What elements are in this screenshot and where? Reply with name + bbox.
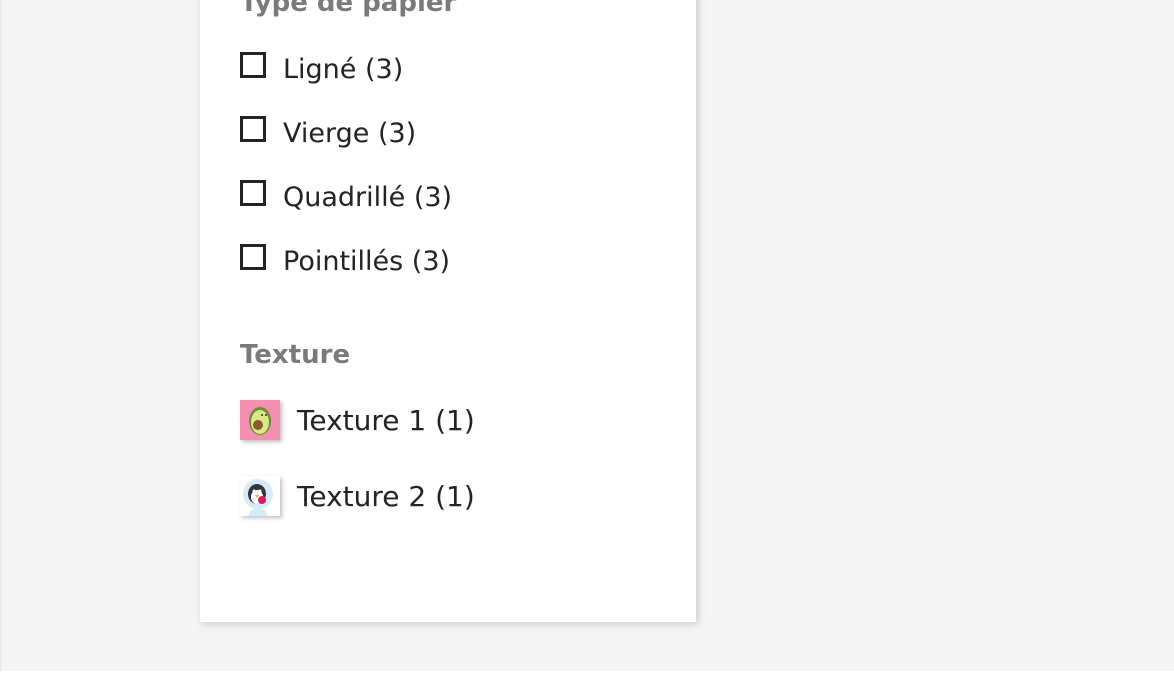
checkbox[interactable] [240, 116, 266, 142]
filter-option-texture-1[interactable]: Texture 1 (1) [240, 400, 475, 440]
facet-title-paper-type: Type de papier [240, 0, 457, 18]
filter-option-texture-2[interactable]: Texture 2 (1) [240, 476, 475, 516]
page-footer-strip [0, 671, 1174, 692]
filter-option-vierge[interactable]: Vierge (3) [240, 116, 416, 150]
filter-option-label[interactable]: Quadrillé (3) [283, 182, 452, 213]
checkbox[interactable] [240, 180, 266, 206]
penguin-icon[interactable] [240, 476, 280, 516]
filter-option-label[interactable]: Ligné (3) [283, 54, 403, 85]
checkbox[interactable] [240, 52, 266, 78]
facet-title-texture: Texture [240, 340, 351, 370]
page-edge [0, 0, 2, 671]
filter-option-ligne[interactable]: Ligné (3) [240, 52, 403, 86]
filter-option-label[interactable]: Vierge (3) [283, 118, 416, 149]
filter-option-pointilles[interactable]: Pointillés (3) [240, 244, 450, 278]
filter-option-quadrille[interactable]: Quadrillé (3) [240, 180, 452, 214]
filter-option-label[interactable]: Texture 2 (1) [297, 480, 475, 513]
filter-panel: Type de papier Ligné (3) Vierge (3) Quad… [200, 0, 696, 622]
checkbox[interactable] [240, 244, 266, 270]
avocado-icon[interactable] [240, 400, 280, 440]
filter-option-label[interactable]: Texture 1 (1) [297, 404, 475, 437]
filter-option-label[interactable]: Pointillés (3) [283, 246, 450, 277]
